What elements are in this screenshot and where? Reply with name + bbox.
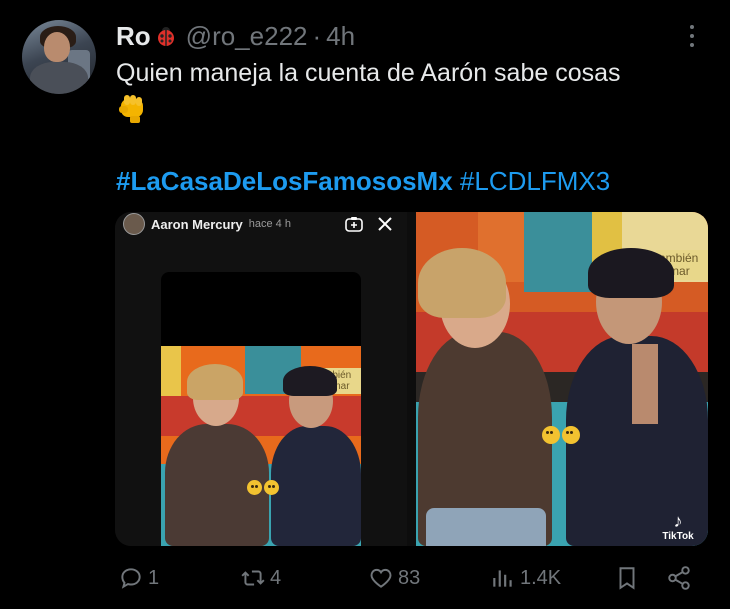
tweet-text: Quien maneja la cuenta de Aarón sabe cos… bbox=[116, 59, 621, 87]
crying-emoji-icon bbox=[247, 480, 279, 495]
views-button[interactable]: 1.4K bbox=[490, 560, 561, 596]
media-left-story-screenshot[interactable]: Aaron Mercury hace 4 h mbién ganar bbox=[115, 212, 407, 546]
hashtags: #LaCasaDeLosFamososMx #LCDLFMX3 bbox=[116, 166, 610, 197]
repost-icon bbox=[241, 570, 265, 586]
share-button[interactable] bbox=[666, 560, 696, 596]
share-icon bbox=[668, 566, 690, 590]
repost-count: 4 bbox=[270, 566, 282, 589]
oncoming-fist-emoji-icon bbox=[119, 95, 143, 123]
media-right-tiktok-video[interactable]: ambién ganar ♪ TikTok bbox=[416, 212, 708, 546]
story-username: Aaron Mercury bbox=[151, 216, 243, 232]
heart-icon bbox=[370, 568, 392, 588]
views-chart-icon bbox=[493, 570, 512, 587]
avatar[interactable] bbox=[22, 20, 96, 94]
more-options-icon[interactable] bbox=[684, 22, 700, 50]
action-bar: 1 4 83 1.4K bbox=[0, 560, 730, 596]
author-handle[interactable]: @ro_e222 bbox=[186, 21, 308, 52]
hashtag-link[interactable]: #LCDLFMX3 bbox=[460, 166, 610, 196]
avatar-face bbox=[44, 32, 70, 62]
story-controls bbox=[345, 216, 401, 234]
reply-button[interactable]: 1 bbox=[118, 560, 159, 596]
tweet-header: Ro @ro_e222 · 4h bbox=[116, 20, 355, 52]
story-time: hace 4 h bbox=[248, 218, 291, 230]
tweet-timestamp[interactable]: 4h bbox=[326, 21, 355, 52]
story-avatar bbox=[123, 213, 145, 235]
video-scene: mbién ganar bbox=[161, 346, 361, 546]
hashtag-link[interactable]: #LaCasaDeLosFamososMx bbox=[116, 166, 453, 196]
ladybug-icon bbox=[157, 27, 174, 46]
tiktok-label: TikTok bbox=[662, 531, 694, 542]
tiktok-icon: ♪ bbox=[673, 511, 683, 531]
close-icon bbox=[378, 217, 392, 231]
like-button[interactable]: 83 bbox=[368, 560, 420, 596]
separator-dot: · bbox=[312, 20, 322, 51]
video-black-bar bbox=[161, 272, 361, 346]
bookmark-icon bbox=[619, 567, 635, 590]
phone-video-frame: mbién ganar bbox=[161, 272, 361, 546]
repost-button[interactable]: 4 bbox=[240, 560, 281, 596]
tiktok-watermark: ♪ TikTok bbox=[656, 511, 700, 542]
author-name[interactable]: Ro bbox=[116, 21, 151, 52]
crying-emoji-icon bbox=[542, 426, 580, 444]
like-count: 83 bbox=[398, 566, 421, 589]
reply-icon bbox=[121, 568, 141, 589]
camera-plus-icon bbox=[345, 217, 363, 232]
tweet-media[interactable]: Aaron Mercury hace 4 h mbién ganar bbox=[115, 212, 708, 546]
avatar-body bbox=[30, 62, 88, 94]
bookmark-button[interactable] bbox=[614, 560, 644, 596]
reply-count: 1 bbox=[148, 566, 160, 589]
view-count: 1.4K bbox=[520, 566, 562, 589]
